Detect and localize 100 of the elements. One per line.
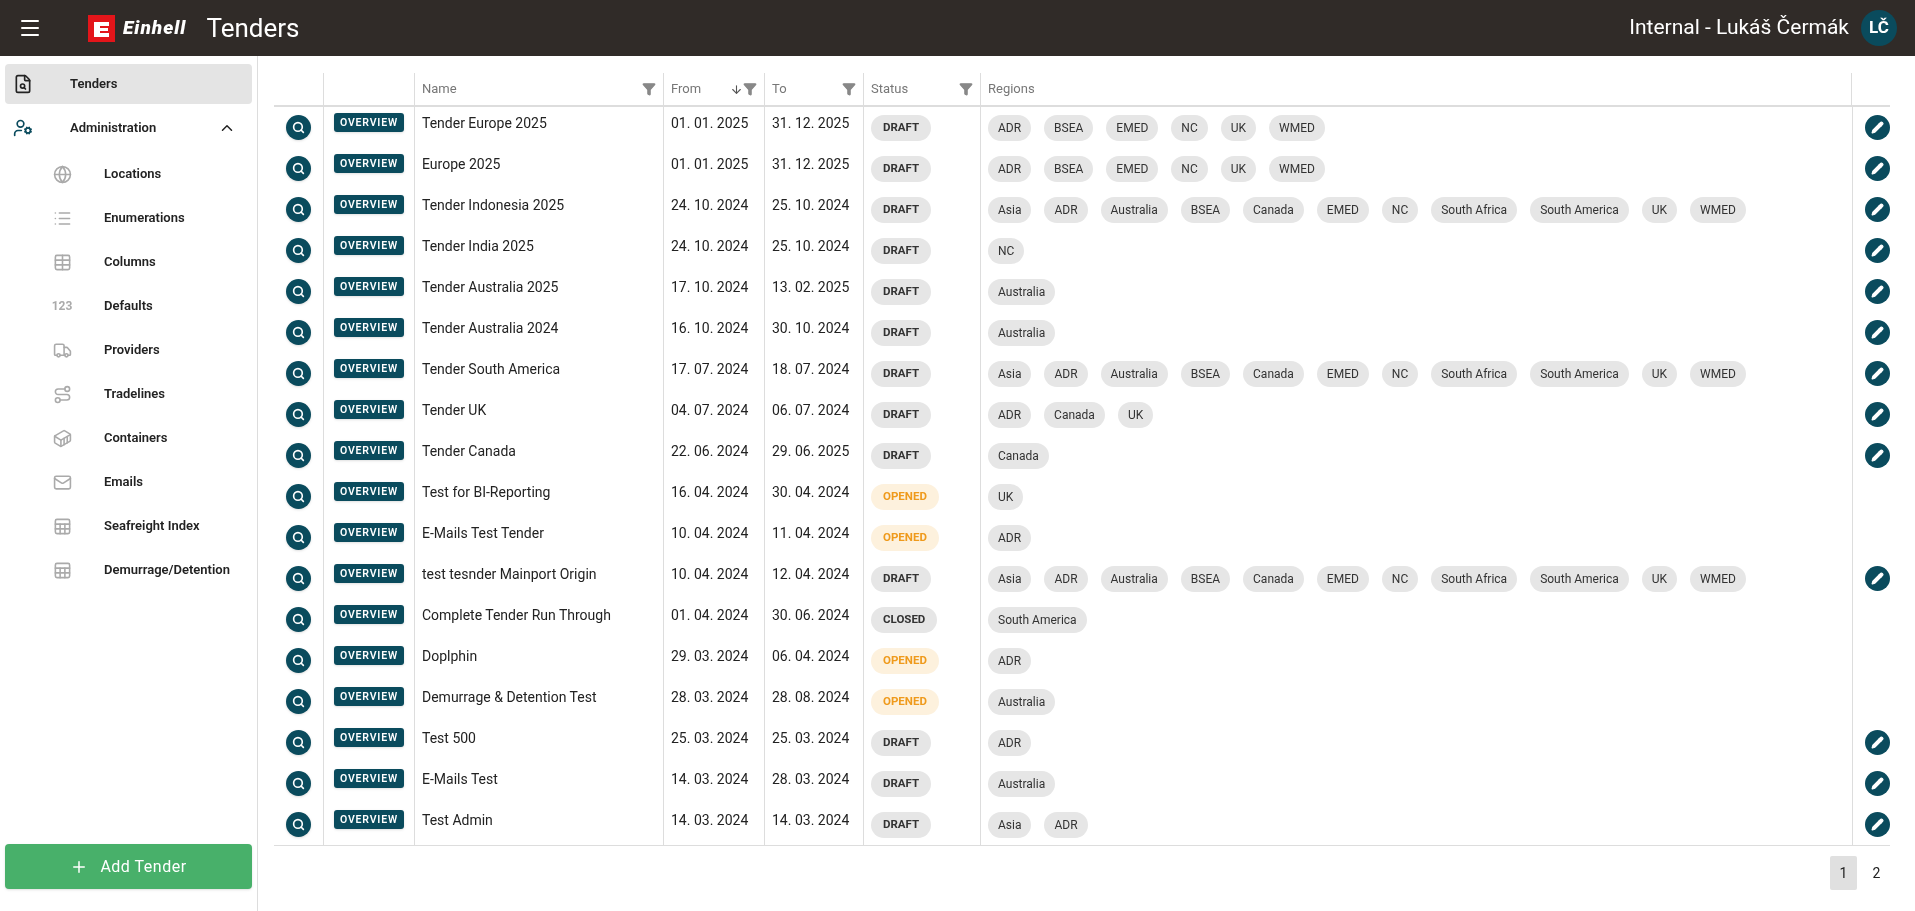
column-header[interactable]: To xyxy=(772,79,787,99)
region-chip: BSEA xyxy=(1180,360,1231,387)
table-cell: 14. 03. 2024 xyxy=(772,812,850,828)
search-button[interactable] xyxy=(286,566,311,591)
sidebar-item[interactable]: Tenders xyxy=(5,64,252,104)
overview-button[interactable]: OVERVIEW xyxy=(334,359,404,378)
edit-button[interactable] xyxy=(1865,566,1890,591)
sidebar-item[interactable]: Administration xyxy=(5,108,252,148)
column-header[interactable]: Name xyxy=(422,79,457,99)
filter-icon[interactable] xyxy=(842,82,856,96)
filter-icon[interactable] xyxy=(642,82,656,96)
overview-button[interactable]: OVERVIEW xyxy=(334,277,404,296)
search-icon xyxy=(292,818,305,831)
filter-icon[interactable] xyxy=(959,82,973,96)
sidebar-item[interactable]: Emails xyxy=(5,460,252,504)
search-button[interactable] xyxy=(286,730,311,755)
search-button[interactable] xyxy=(286,320,311,345)
overview-button[interactable]: OVERVIEW xyxy=(334,687,404,706)
search-icon xyxy=(292,490,305,503)
pencil-icon xyxy=(1871,818,1884,831)
region-chip: BSEA xyxy=(1180,196,1231,223)
edit-button[interactable] xyxy=(1865,238,1890,263)
edit-button[interactable] xyxy=(1865,115,1890,140)
overview-button[interactable]: OVERVIEW xyxy=(334,564,404,583)
page-button[interactable]: 1 xyxy=(1830,856,1857,890)
region-chip: ADR xyxy=(988,524,1032,551)
search-button[interactable] xyxy=(286,607,311,632)
status-badge: DRAFT xyxy=(871,770,932,797)
search-button[interactable] xyxy=(286,156,311,181)
edit-button[interactable] xyxy=(1865,197,1890,222)
search-button[interactable] xyxy=(286,115,311,140)
search-button[interactable] xyxy=(286,443,311,468)
table-cell: 18. 07. 2024 xyxy=(772,361,850,377)
edit-button[interactable] xyxy=(1865,402,1890,427)
pencil-icon xyxy=(1871,203,1884,216)
user-name: Internal - Lukáš Čermák xyxy=(1629,14,1849,42)
edit-button[interactable] xyxy=(1865,771,1890,796)
avatar[interactable]: LČ xyxy=(1861,10,1897,46)
column-header[interactable]: From xyxy=(671,79,702,99)
sort-arrow-icon[interactable] xyxy=(730,82,743,96)
sidebar-item[interactable]: Providers xyxy=(5,328,252,372)
edit-button[interactable] xyxy=(1865,730,1890,755)
sidebar-item[interactable]: Enumerations xyxy=(5,196,252,240)
overview-button[interactable]: OVERVIEW xyxy=(334,236,404,255)
search-icon xyxy=(292,736,305,749)
edit-button[interactable] xyxy=(1865,443,1890,468)
search-button[interactable] xyxy=(286,279,311,304)
overview-button[interactable]: OVERVIEW xyxy=(334,400,404,419)
search-button[interactable] xyxy=(286,648,311,673)
edit-button[interactable] xyxy=(1865,320,1890,345)
search-icon xyxy=(292,121,305,134)
region-chip: Australia xyxy=(1100,196,1168,223)
overview-button[interactable]: OVERVIEW xyxy=(334,113,404,132)
sidebar-item[interactable]: Demurrage/Detention xyxy=(5,548,252,592)
overview-button[interactable]: OVERVIEW xyxy=(334,482,404,501)
region-chip: ADR xyxy=(988,114,1032,141)
overview-button[interactable]: OVERVIEW xyxy=(334,769,404,788)
sidebar-item[interactable]: Tradelines xyxy=(5,372,252,416)
column-header[interactable]: Regions xyxy=(988,79,1035,99)
edit-button[interactable] xyxy=(1865,361,1890,386)
edit-button[interactable] xyxy=(1865,156,1890,181)
region-chip: EMED xyxy=(1106,155,1159,182)
table-cell: 10. 04. 2024 xyxy=(671,566,749,582)
sidebar-item[interactable]: 123 Defaults xyxy=(5,284,252,328)
search-button[interactable] xyxy=(286,771,311,796)
search-button[interactable] xyxy=(286,689,311,714)
table-cell: 10. 04. 2024 xyxy=(671,525,749,541)
search-button[interactable] xyxy=(286,402,311,427)
search-button[interactable] xyxy=(286,197,311,222)
overview-button[interactable]: OVERVIEW xyxy=(334,605,404,624)
region-chip: Asia xyxy=(988,565,1032,592)
overview-button[interactable]: OVERVIEW xyxy=(334,523,404,542)
sidebar-item[interactable]: Columns xyxy=(5,240,252,284)
overview-button[interactable]: OVERVIEW xyxy=(334,810,404,829)
pencil-icon xyxy=(1871,121,1884,134)
search-button[interactable] xyxy=(286,525,311,550)
search-button[interactable] xyxy=(286,361,311,386)
region-chip: Australia xyxy=(988,688,1056,715)
user-gear-icon xyxy=(13,118,33,138)
status-badge: DRAFT xyxy=(871,155,932,182)
overview-button[interactable]: OVERVIEW xyxy=(334,441,404,460)
search-button[interactable] xyxy=(286,238,311,263)
column-header[interactable]: Status xyxy=(871,79,909,99)
page-button[interactable]: 2 xyxy=(1863,856,1890,890)
search-button[interactable] xyxy=(286,812,311,837)
overview-button[interactable]: OVERVIEW xyxy=(334,195,404,214)
search-button[interactable] xyxy=(286,484,311,509)
table-cell: 25. 10. 2024 xyxy=(772,238,850,254)
status-badge: DRAFT xyxy=(871,729,932,756)
table-cell: E-Mails Test xyxy=(422,771,498,787)
edit-button[interactable] xyxy=(1865,812,1890,837)
overview-button[interactable]: OVERVIEW xyxy=(334,646,404,665)
sidebar-item[interactable]: Locations xyxy=(5,152,252,196)
filter-icon[interactable] xyxy=(743,82,757,96)
sidebar-item[interactable]: Seafreight Index xyxy=(5,504,252,548)
overview-button[interactable]: OVERVIEW xyxy=(334,154,404,173)
edit-button[interactable] xyxy=(1865,279,1890,304)
overview-button[interactable]: OVERVIEW xyxy=(334,728,404,747)
sidebar-item[interactable]: Containers xyxy=(5,416,252,460)
overview-button[interactable]: OVERVIEW xyxy=(334,318,404,337)
